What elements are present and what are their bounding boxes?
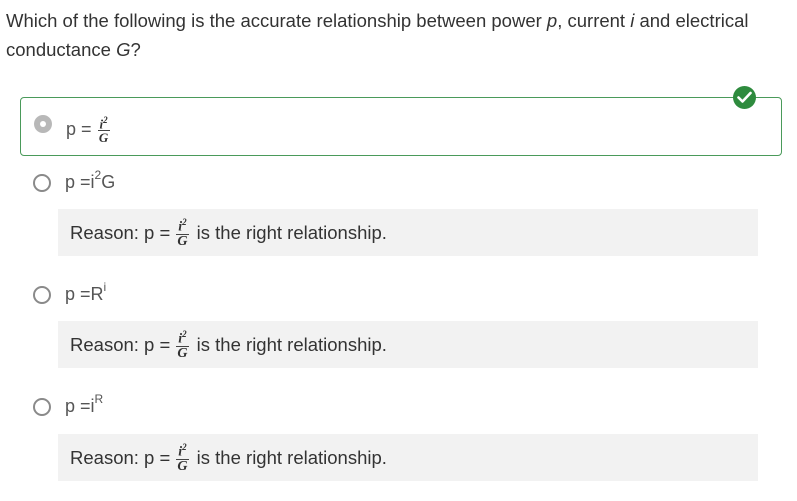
- check-circle-icon: [733, 86, 756, 109]
- reason-text: Reason: p = i2 G is the right relationsh…: [70, 434, 387, 481]
- option-formula: p = i2G: [65, 168, 116, 193]
- radio-button[interactable]: [34, 115, 52, 133]
- fraction-denominator: G: [98, 130, 109, 146]
- question-part: ?: [130, 39, 141, 60]
- reason-box: Reason: p = i2 G is the right relationsh…: [58, 434, 758, 481]
- numerator-exponent: 2: [182, 442, 187, 453]
- formula-lhs: p =: [65, 284, 91, 304]
- fraction: i2 G: [176, 328, 189, 361]
- fraction: i2 G: [176, 216, 189, 249]
- formula-lhs: p =: [66, 119, 92, 140]
- question-text: Which of the following is the accurate r…: [6, 6, 776, 64]
- formula-lhs: p =: [65, 396, 91, 416]
- fraction: i2 G: [97, 114, 110, 146]
- formula-exponent: i: [103, 279, 107, 294]
- answer-option-4[interactable]: p = iR: [20, 392, 782, 422]
- fraction-denominator: G: [177, 458, 188, 474]
- formula-exponent: 2: [94, 167, 102, 182]
- radio-button[interactable]: [33, 286, 51, 304]
- numerator-exponent: 2: [103, 115, 108, 125]
- reason-suffix: is the right relationship.: [196, 333, 387, 355]
- answer-option-2[interactable]: p = i2G: [20, 168, 782, 198]
- reason-box: Reason: p = i2 G is the right relationsh…: [58, 321, 758, 368]
- answer-option-1[interactable]: p = i2 G: [20, 97, 782, 156]
- reason-prefix: Reason: p =: [70, 446, 171, 468]
- formula-exponent: R: [94, 391, 104, 406]
- reason-text: Reason: p = i2 G is the right relationsh…: [70, 209, 387, 256]
- fraction-numerator: i2: [176, 328, 189, 347]
- question-part: , current: [557, 10, 631, 31]
- numerator-exponent: 2: [182, 217, 187, 228]
- option-formula: p = Ri: [65, 280, 106, 305]
- fraction-numerator: i2: [176, 441, 189, 460]
- fraction: i2 G: [176, 441, 189, 474]
- question-var-p: p: [546, 10, 558, 31]
- radio-button[interactable]: [33, 174, 51, 192]
- formula-tail: G: [101, 172, 116, 192]
- formula-base: R: [90, 284, 104, 304]
- reason-text: Reason: p = i2 G is the right relationsh…: [70, 321, 387, 368]
- fraction-numerator: i2: [176, 216, 189, 235]
- fraction-denominator: G: [177, 345, 188, 361]
- reason-box: Reason: p = i2 G is the right relationsh…: [58, 209, 758, 256]
- question-var-g: G: [116, 39, 131, 60]
- reason-suffix: is the right relationship.: [196, 221, 387, 243]
- answer-option-3[interactable]: p = Ri: [20, 280, 782, 310]
- formula-lhs: p =: [65, 172, 91, 192]
- question-part: Which of the following is the accurate r…: [6, 10, 547, 31]
- option-formula: p = iR: [65, 392, 103, 417]
- numerator-exponent: 2: [182, 329, 187, 340]
- fraction-numerator: i2: [97, 114, 110, 132]
- reason-prefix: Reason: p =: [70, 333, 171, 355]
- option-formula: p = i2 G: [66, 114, 110, 145]
- radio-button[interactable]: [33, 398, 51, 416]
- reason-suffix: is the right relationship.: [196, 446, 387, 468]
- reason-prefix: Reason: p =: [70, 221, 171, 243]
- fraction-denominator: G: [177, 233, 188, 249]
